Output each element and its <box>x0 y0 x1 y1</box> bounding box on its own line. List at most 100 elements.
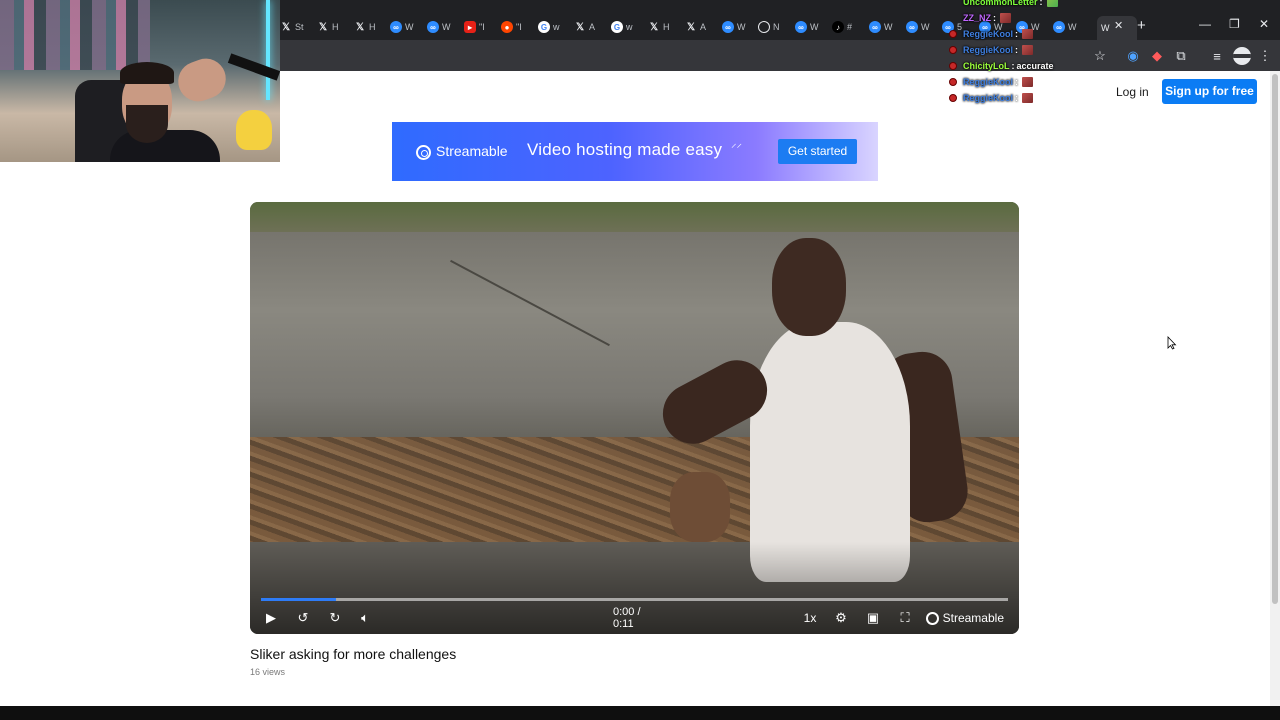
time-display: 0:00 / 0:11 <box>613 606 641 630</box>
chat-badge-icon <box>949 30 957 38</box>
ad-banner[interactable]: Streamable Video hosting made easy ⸝⸝ Ge… <box>392 122 878 181</box>
tiktok-icon: ♪ <box>832 21 844 33</box>
google-icon: G <box>538 21 550 33</box>
tab[interactable]: 𝕏H <box>317 18 355 36</box>
chat-separator: : <box>993 13 996 23</box>
tab[interactable]: ∞ W <box>906 18 944 36</box>
tab[interactable]: ● "I <box>501 18 539 36</box>
play-icon[interactable]: ▶ <box>263 609 279 627</box>
chat-badge-icon <box>949 94 957 102</box>
minimize-icon[interactable]: — <box>1199 17 1211 31</box>
streamable-logo-icon <box>416 145 431 160</box>
streamable-icon: ∞ <box>869 21 881 33</box>
login-link[interactable]: Log in <box>1116 82 1149 102</box>
tab[interactable]: ∞ W <box>427 18 465 36</box>
playback-speed-button[interactable]: 1x <box>803 609 817 627</box>
get-started-button[interactable]: Get started <box>778 139 857 164</box>
x-icon: 𝕏 <box>575 21 585 33</box>
volume-icon[interactable]: 🔈︎ <box>357 609 373 627</box>
rewind-icon[interactable]: ↺ <box>295 609 311 627</box>
new-tab-icon[interactable]: + <box>1137 17 1146 34</box>
signup-button[interactable]: Sign up for free <box>1162 79 1257 104</box>
tab[interactable]: 𝕏A <box>574 18 612 36</box>
tab-label: "I <box>516 22 522 32</box>
streamable-icon: ∞ <box>427 21 439 33</box>
settings-gear-icon[interactable]: ⚙ <box>833 609 849 627</box>
scrollbar-thumb[interactable] <box>1272 74 1278 604</box>
bookmark-star-icon[interactable]: ☆ <box>1091 47 1109 65</box>
tab[interactable]: Gw <box>611 18 649 36</box>
tab-label: H <box>663 22 670 32</box>
x-icon: 𝕏 <box>355 21 365 33</box>
x-icon: 𝕏 <box>318 21 328 33</box>
chat-badge-icon <box>949 62 957 70</box>
tab-label: W <box>884 22 893 32</box>
tab[interactable]: N <box>758 18 796 36</box>
tab[interactable]: Gw <box>538 18 576 36</box>
forward-icon[interactable]: ↻ <box>327 609 343 627</box>
link-icon <box>758 21 770 33</box>
chat-message: ReggieKool: <box>949 44 1034 56</box>
x-icon: 𝕏 <box>281 21 291 33</box>
chat-message: ReggieKool: <box>949 92 1034 104</box>
chat-separator: : <box>1015 29 1019 39</box>
video-subject <box>772 238 846 336</box>
streamable-icon: ∞ <box>795 21 807 33</box>
x-icon: 𝕏 <box>686 21 696 33</box>
tab[interactable]: 𝕏A <box>685 18 723 36</box>
extensions-puzzle-icon[interactable]: ⧉ <box>1172 47 1190 65</box>
tab[interactable]: ▸ "I <box>464 18 502 36</box>
streamable-icon: ∞ <box>722 21 734 33</box>
video-player[interactable]: ▶ ↺ ↻ 🔈︎ 0:00 / 0:11 1x ⚙ ▣ ⛶ Streamable <box>250 202 1019 634</box>
view-count: 16 views <box>250 667 286 677</box>
fullscreen-icon[interactable]: ⛶ <box>897 609 913 627</box>
webcam-background <box>266 0 270 100</box>
chat-emote-icon <box>1022 77 1034 87</box>
chat-username: UncommonLetter <box>963 0 1038 7</box>
active-tab-label: W <box>1101 23 1110 33</box>
tab-label: W <box>921 22 930 32</box>
chat-emote-icon <box>1000 13 1011 23</box>
chat-username: ReggieKool <box>963 77 1014 87</box>
streamer-webcam <box>0 0 280 162</box>
tab-label: A <box>700 22 707 32</box>
tab[interactable]: 𝕏H <box>354 18 392 36</box>
maximize-icon[interactable]: ❐ <box>1229 17 1240 31</box>
tab-label: W <box>810 22 819 32</box>
streamable-player-logo[interactable]: Streamable <box>926 609 1004 627</box>
webcam-person <box>110 130 220 162</box>
chat-separator: : <box>1011 61 1015 71</box>
tab[interactable]: ∞ W <box>722 18 760 36</box>
tab[interactable]: 𝕏H <box>648 18 686 36</box>
streamable-icon: ∞ <box>906 21 918 33</box>
tab-label: St <box>295 22 304 32</box>
picture-in-picture-icon[interactable]: ▣ <box>865 609 881 627</box>
tab[interactable]: ∞ W <box>795 18 833 36</box>
tab[interactable]: 𝕏 St <box>280 18 318 36</box>
progress-bar[interactable] <box>261 598 1008 601</box>
tab[interactable]: ∞ W <box>869 18 907 36</box>
streamable-icon <box>926 611 939 625</box>
window-close-icon[interactable]: ✕ <box>1259 17 1269 31</box>
media-control-icon[interactable]: ≡ <box>1208 47 1226 65</box>
profile-avatar-icon[interactable] <box>1233 47 1251 65</box>
tab-label: W <box>737 22 746 32</box>
webcam-background <box>0 0 150 70</box>
menu-kebab-icon[interactable]: ⋮ <box>1256 47 1274 65</box>
close-icon[interactable]: ✕ <box>1114 19 1123 32</box>
tab-label: w <box>626 22 633 32</box>
chat-message: UncommonLetter: <box>963 0 1058 8</box>
tab[interactable]: ∞ W <box>390 18 428 36</box>
tab-label: w <box>553 22 560 32</box>
extension-shield-icon[interactable]: ◆ <box>1148 47 1166 65</box>
tab[interactable]: ♪ # <box>832 18 870 36</box>
chat-separator: : <box>1015 77 1019 87</box>
banner-tagline: Video hosting made easy <box>527 140 723 159</box>
chat-username: ChicityLoL <box>963 61 1010 71</box>
video-scenery <box>250 202 1019 232</box>
extension-audio-icon[interactable]: ◉ <box>1124 47 1142 65</box>
chat-emote-icon <box>1046 0 1058 7</box>
chat-username: ReggieKool <box>963 93 1014 103</box>
chat-emote-icon <box>1022 93 1034 103</box>
taskbar-strip <box>0 706 1280 720</box>
